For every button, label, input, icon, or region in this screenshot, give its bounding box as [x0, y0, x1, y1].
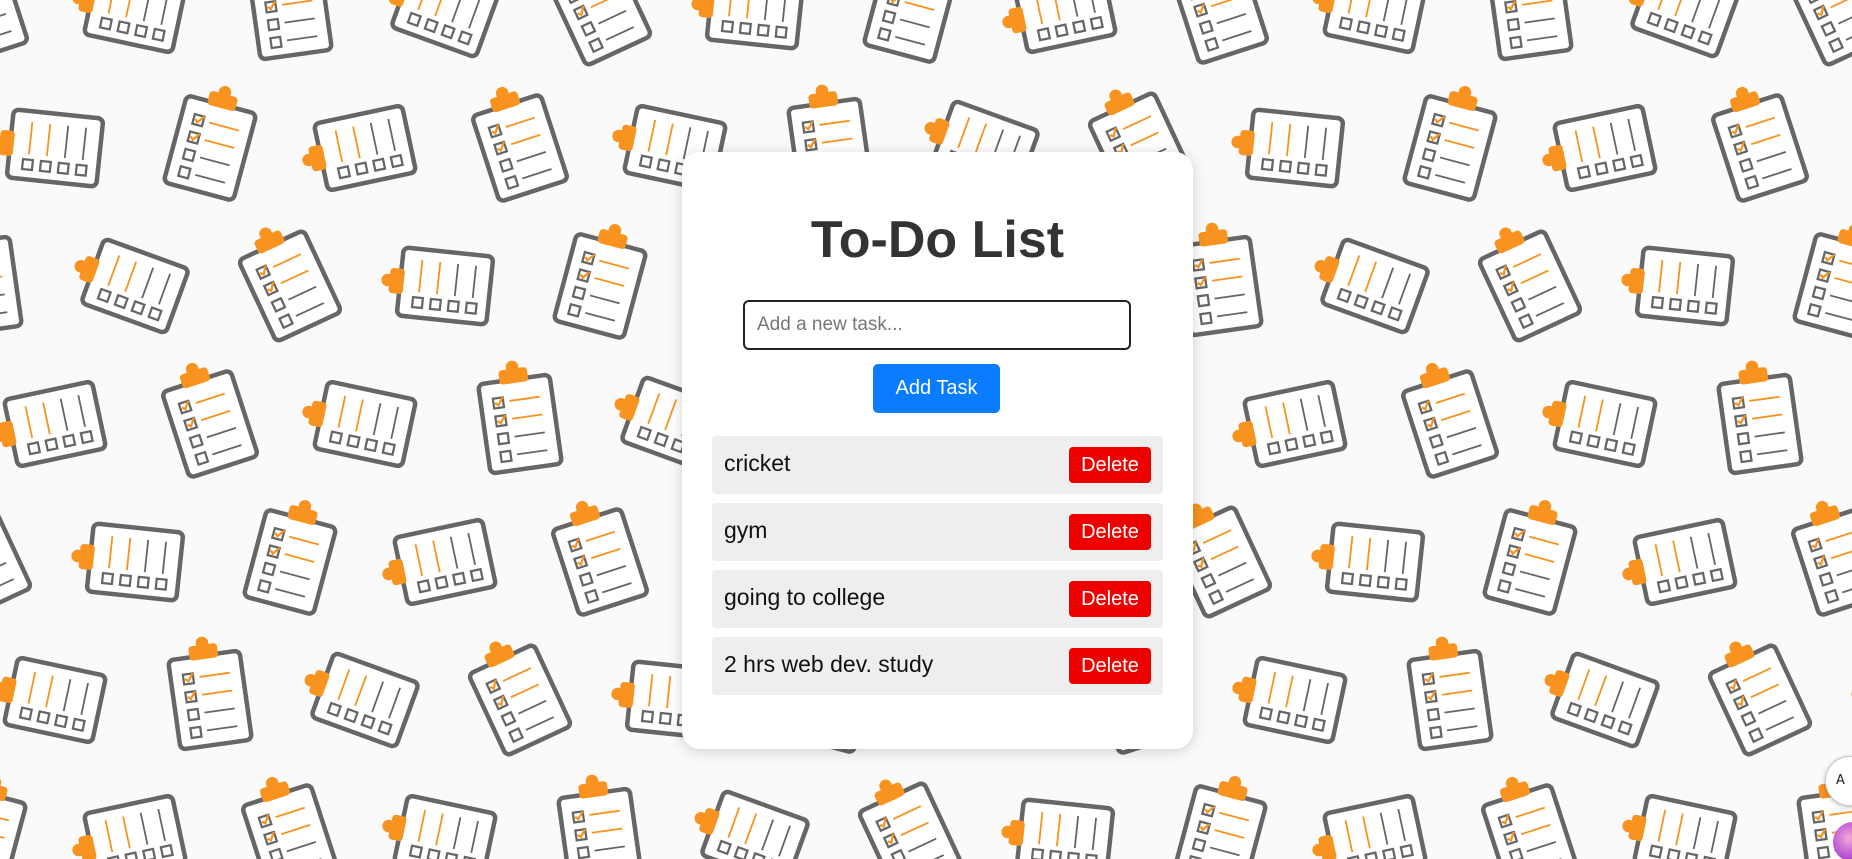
- clipboard-checklist-icon: [1615, 519, 1736, 609]
- clipboard-checklist-icon: [1786, 490, 1852, 616]
- clipboard-checklist-icon: [65, 0, 186, 53]
- clipboard-checklist-icon: [864, 0, 962, 63]
- clipboard-checklist-icon: [688, 0, 803, 49]
- task-item: cricket Delete: [712, 436, 1163, 494]
- clipboard-checklist-icon: [1166, 0, 1268, 64]
- clipboard-checklist-icon: [1396, 352, 1498, 478]
- clipboard-checklist-icon: [1308, 521, 1423, 600]
- clipboard-checklist-icon: [236, 766, 338, 859]
- clipboard-checklist-icon: [293, 646, 419, 748]
- task-item: 2 hrs web dev. study Delete: [712, 637, 1163, 695]
- clipboard-checklist-icon: [245, 0, 331, 60]
- clipboard-checklist-icon: [375, 791, 496, 859]
- clipboard-checklist-icon: [466, 76, 568, 202]
- clipboard-checklist-icon: [165, 632, 251, 750]
- clipboard-checklist-icon: [1485, 0, 1571, 60]
- clipboard-checklist-icon: [373, 0, 499, 58]
- clipboard-checklist-icon: [0, 489, 32, 618]
- clipboard-checklist-icon: [1535, 105, 1656, 195]
- clipboard-checklist-icon: [1305, 795, 1426, 859]
- clipboard-checklist-icon: [1780, 0, 1852, 66]
- clipboard-checklist-icon: [1845, 101, 1852, 191]
- clipboard-checklist-icon: [1848, 659, 1852, 738]
- clipboard-checklist-icon: [1225, 381, 1346, 471]
- clipboard-checklist-icon: [1535, 377, 1656, 467]
- clipboard-checklist-icon: [460, 627, 571, 756]
- clipboard-checklist-icon: [540, 0, 651, 66]
- clipboard-checklist-icon: [375, 519, 496, 609]
- task-text: going to college: [724, 584, 886, 610]
- task-list: cricket Delete gym Delete going to colle…: [712, 436, 1163, 704]
- clipboard-checklist-icon: [546, 490, 648, 616]
- clipboard-checklist-icon: [0, 0, 28, 64]
- clipboard-checklist-icon: [1706, 76, 1808, 202]
- delete-task-button[interactable]: Delete: [1069, 581, 1151, 617]
- delete-task-button[interactable]: Delete: [1069, 648, 1151, 684]
- delete-task-button[interactable]: Delete: [1069, 447, 1151, 483]
- clipboard-checklist-icon: [1405, 632, 1491, 750]
- new-task-input[interactable]: [743, 300, 1131, 350]
- task-text: cricket: [724, 450, 791, 476]
- clipboard-checklist-icon: [1715, 356, 1801, 474]
- add-task-button[interactable]: Add Task: [873, 364, 1000, 413]
- clipboard-checklist-icon: [1615, 791, 1736, 859]
- delete-task-button[interactable]: Delete: [1069, 514, 1151, 550]
- clipboard-checklist-icon: [0, 381, 106, 471]
- clipboard-checklist-icon: [1225, 653, 1346, 743]
- clipboard-checklist-icon: [1843, 370, 1852, 472]
- clipboard-checklist-icon: [295, 105, 416, 195]
- task-item: going to college Delete: [712, 570, 1163, 628]
- clipboard-checklist-icon: [156, 352, 258, 478]
- clipboard-checklist-icon: [0, 107, 103, 186]
- clipboard-checklist-icon: [244, 491, 342, 615]
- clipboard-checklist-icon: [475, 356, 561, 474]
- clipboard-checklist-icon: [1174, 767, 1272, 859]
- clipboard-checklist-icon: [65, 795, 186, 859]
- clipboard-checklist-icon: [1228, 107, 1343, 186]
- clipboard-checklist-icon: [0, 767, 31, 859]
- task-item: gym Delete: [712, 503, 1163, 561]
- clipboard-checklist-icon: [0, 653, 106, 743]
- clipboard-checklist-icon: [995, 0, 1116, 57]
- page-title: To-Do List: [810, 211, 1065, 269]
- clipboard-checklist-icon: [295, 377, 416, 467]
- clipboard-checklist-icon: [1533, 646, 1659, 748]
- clipboard-checklist-icon: [68, 521, 183, 600]
- clipboard-checklist-icon: [1484, 491, 1582, 615]
- clipboard-checklist-icon: [555, 770, 641, 859]
- clipboard-checklist-icon: [1404, 77, 1502, 201]
- clipboard-checklist-icon: [1700, 627, 1811, 756]
- clipboard-checklist-icon: [850, 765, 961, 859]
- clipboard-checklist-icon: [164, 77, 262, 201]
- clipboard-checklist-icon: [998, 797, 1113, 859]
- task-text: 2 hrs web dev. study: [724, 651, 934, 677]
- clipboard-checklist-icon: [683, 784, 809, 859]
- clipboard-checklist-icon: [1613, 0, 1739, 58]
- clipboard-checklist-icon: [1305, 0, 1426, 53]
- clipboard-checklist-icon: [1476, 766, 1578, 859]
- task-text: gym: [724, 517, 768, 543]
